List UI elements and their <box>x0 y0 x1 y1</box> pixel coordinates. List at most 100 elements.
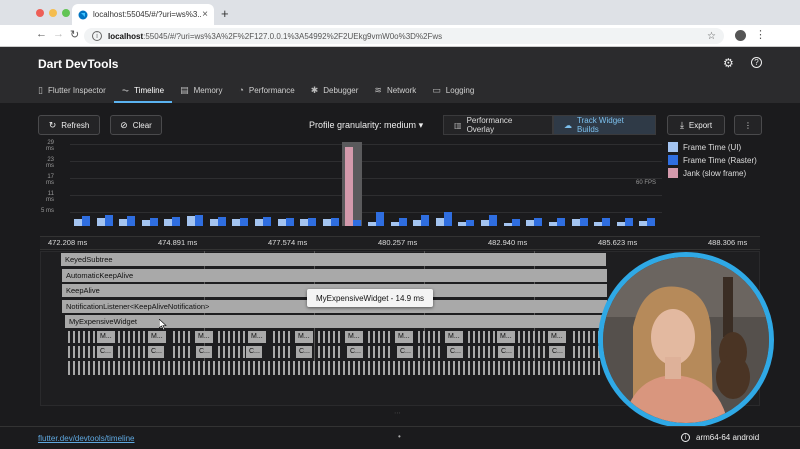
clear-button[interactable]: ⊘ Clear <box>110 115 162 135</box>
export-button[interactable]: ⤓ Export <box>667 115 725 135</box>
ui-frame-bar[interactable] <box>322 219 331 226</box>
browser-tab[interactable]: localhost:55045/#/?uri=ws%3... × <box>72 4 214 25</box>
raster-frame-bar[interactable] <box>511 218 520 226</box>
profile-avatar-icon[interactable] <box>735 30 746 41</box>
minimize-window-icon[interactable] <box>49 9 57 17</box>
flame-block-m[interactable]: M... <box>148 331 166 343</box>
flame-block-c[interactable]: C... <box>347 346 363 358</box>
flame-block-m[interactable]: M... <box>548 331 566 343</box>
raster-frame-bar[interactable] <box>647 217 656 226</box>
flame-block-m[interactable]: M... <box>97 331 115 343</box>
docs-link[interactable]: flutter.dev/devtools/timeline <box>38 434 135 443</box>
ui-frame-bar[interactable] <box>277 218 286 226</box>
ui-frame-bar[interactable] <box>209 218 218 226</box>
ui-frame-bar[interactable] <box>526 220 535 226</box>
raster-frame-bar[interactable] <box>308 217 317 226</box>
raster-frame-bar[interactable] <box>443 211 452 226</box>
close-window-icon[interactable] <box>36 9 44 17</box>
flame-row[interactable]: AutomaticKeepAlive <box>62 268 607 282</box>
ui-frame-bar[interactable] <box>616 221 625 226</box>
ui-frame-bar[interactable] <box>413 220 422 226</box>
raster-frame-bar[interactable] <box>398 217 407 226</box>
flame-block-m[interactable]: M... <box>445 331 463 343</box>
flame-block-c[interactable]: C... <box>397 346 413 358</box>
flame-block-c[interactable]: C... <box>498 346 514 358</box>
raster-frame-bar[interactable] <box>172 216 181 226</box>
ui-frame-bar[interactable] <box>187 216 196 226</box>
raster-frame-bar[interactable] <box>466 220 475 226</box>
ui-frame-bar[interactable] <box>368 221 376 226</box>
site-info-icon[interactable]: i <box>92 31 102 41</box>
flame-block-m[interactable]: M... <box>295 331 313 343</box>
ui-frame-bar[interactable] <box>435 217 444 226</box>
new-tab-button[interactable]: + <box>221 6 229 21</box>
back-icon[interactable]: ← <box>36 28 47 40</box>
ui-frame-bar[interactable] <box>141 220 150 226</box>
flame-block-m[interactable]: M... <box>248 331 266 343</box>
raster-frame-bar[interactable] <box>556 217 565 226</box>
more-options-button[interactable]: ⋮ <box>734 115 762 135</box>
ui-frame-bar[interactable] <box>458 221 467 226</box>
tab-memory[interactable]: ▤ Memory <box>172 77 230 103</box>
flame-block-m[interactable]: M... <box>395 331 413 343</box>
resize-handle-icon[interactable]: ⋯ <box>394 409 401 417</box>
raster-frame-bar[interactable] <box>149 217 158 226</box>
ui-frame-bar[interactable] <box>390 221 399 226</box>
refresh-button[interactable]: ↻ Refresh <box>38 115 100 135</box>
raster-frame-bar[interactable] <box>421 214 430 226</box>
tab-close-icon[interactable]: × <box>202 9 208 20</box>
raster-frame-bar[interactable] <box>285 217 294 226</box>
flame-block-c[interactable]: C... <box>549 346 565 358</box>
raster-frame-bar[interactable] <box>376 211 384 226</box>
flame-block-c[interactable]: C... <box>97 346 113 358</box>
browser-menu-icon[interactable]: ⋮ <box>755 28 766 41</box>
tab-debugger[interactable]: ✱ Debugger <box>303 77 367 103</box>
tab-logging[interactable]: ▭ Logging <box>424 77 482 103</box>
ui-frame-bar[interactable] <box>548 221 557 226</box>
ui-frame-bar[interactable] <box>571 218 580 226</box>
flame-block-c[interactable]: C... <box>148 346 164 358</box>
raster-frame-bar[interactable] <box>82 216 90 226</box>
flame-row[interactable]: MyExpensiveWidget <box>65 315 605 328</box>
flame-row[interactable]: KeyedSubtree <box>61 253 606 266</box>
tab-timeline[interactable]: ⏦ Timeline <box>113 77 173 103</box>
raster-frame-bar[interactable] <box>262 216 271 226</box>
flame-block-m[interactable]: M... <box>497 331 515 343</box>
settings-gear-icon[interactable]: ⚙ <box>723 56 734 70</box>
reload-icon[interactable]: ↻ <box>70 28 79 41</box>
raster-frame-bar[interactable] <box>104 215 113 226</box>
ui-frame-bar[interactable] <box>300 219 309 226</box>
ui-frame-bar[interactable] <box>164 218 173 226</box>
flame-block-c[interactable]: C... <box>447 346 463 358</box>
raster-frame-bar[interactable] <box>217 216 226 226</box>
performance-overlay-toggle[interactable]: ▥ Performance Overlay <box>443 115 553 135</box>
raster-frame-bar[interactable] <box>353 220 362 226</box>
tab-flutter-inspector[interactable]: ▯ Flutter Inspector <box>30 77 114 103</box>
tab-network[interactable]: ≋ Network <box>366 77 424 103</box>
tab-performance[interactable]: ◔ Performance <box>230 77 302 103</box>
raster-frame-bar[interactable] <box>240 217 249 226</box>
bookmark-star-icon[interactable]: ☆ <box>707 31 716 42</box>
flame-block-m[interactable]: M... <box>345 331 363 343</box>
ui-frame-bar[interactable] <box>594 221 603 226</box>
ui-frame-bar[interactable] <box>96 217 105 226</box>
maximize-window-icon[interactable] <box>62 9 70 17</box>
flame-block-c[interactable]: C... <box>246 346 262 358</box>
ui-frame-bar[interactable] <box>74 218 82 226</box>
raster-frame-bar[interactable] <box>624 217 633 226</box>
ui-frame-bar[interactable] <box>639 220 648 226</box>
help-icon[interactable]: ? <box>751 57 762 68</box>
raster-frame-bar[interactable] <box>330 217 339 226</box>
ui-frame-bar[interactable] <box>232 218 241 226</box>
flame-block-m[interactable]: M... <box>195 331 213 343</box>
ui-frame-bar[interactable] <box>119 219 128 226</box>
forward-icon[interactable]: → <box>53 28 64 40</box>
jank-frame-bar[interactable] <box>345 146 354 226</box>
profile-granularity-select[interactable]: Profile granularity: medium ▾ <box>309 120 423 131</box>
raster-frame-bar[interactable] <box>195 215 204 226</box>
flame-block-c[interactable]: C... <box>196 346 212 358</box>
flame-block-c[interactable]: C... <box>296 346 312 358</box>
ui-frame-bar[interactable] <box>503 223 512 226</box>
ui-frame-bar[interactable] <box>254 219 263 226</box>
raster-frame-bar[interactable] <box>534 217 543 226</box>
